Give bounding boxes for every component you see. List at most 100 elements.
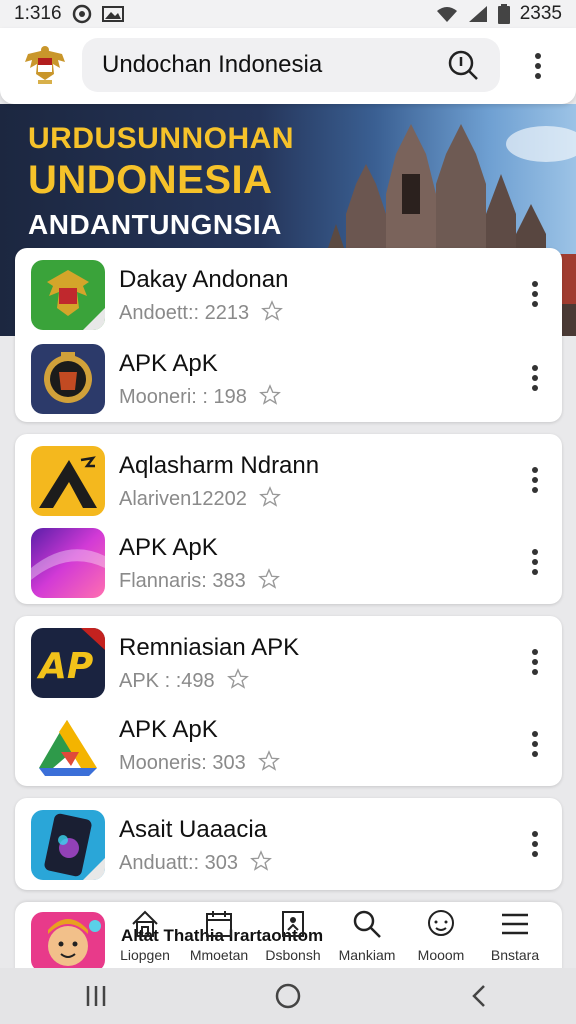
calendar-icon: [206, 911, 232, 937]
nav-label: Bnstara: [490, 947, 540, 963]
app-card: Asait Uaaacia Anduatt:: 303: [15, 798, 562, 890]
banner-line-3: ANDANTUNGNSIA: [28, 209, 282, 240]
overflow-menu-icon[interactable]: [526, 48, 550, 84]
nav-label: Mankiam: [338, 947, 396, 963]
app-title: APK ApK: [119, 534, 218, 561]
star-icon[interactable]: [226, 668, 249, 690]
more-options-icon[interactable]: [530, 830, 540, 858]
bookmark-icon: [282, 911, 304, 937]
recent-apps-icon: [86, 986, 106, 1006]
more-options-icon[interactable]: [530, 280, 540, 308]
star-icon[interactable]: [258, 486, 281, 508]
app-subtitle: Mooneris: 303: [119, 750, 280, 775]
app-subtitle: Flannaris: 383: [119, 568, 280, 593]
more-options-icon[interactable]: [530, 648, 540, 676]
nav-label: Liopgen: [120, 947, 170, 963]
triangle-app-icon: [31, 446, 105, 516]
star-icon[interactable]: [257, 568, 280, 590]
app-subtitle: APK : :498: [119, 668, 249, 693]
list-item[interactable]: AP Remniasian APK APK : :498: [15, 622, 562, 702]
list-item[interactable]: APK ApK Mooneris: 303: [15, 704, 562, 784]
bottom-nav: Altat Thathia Irartaontom Liopgen Mmoeta…: [15, 902, 562, 972]
gradient-app-icon: [31, 528, 105, 598]
more-options-icon[interactable]: [530, 548, 540, 576]
app-card: Aqlasharm Ndrann Alariven12202 APK ApK F…: [15, 434, 562, 604]
list-item[interactable]: Asait Uaaacia Anduatt:: 303: [15, 804, 562, 884]
nav-item-search[interactable]: Mankiam: [327, 908, 407, 970]
nav-label: Mmoetan: [189, 947, 249, 963]
app-title: APK ApK: [119, 716, 218, 743]
phone-app-icon: [31, 810, 105, 880]
star-icon[interactable]: [261, 300, 284, 322]
app-title: Remniasian APK: [119, 634, 300, 661]
app-card: Dakay Andonan Andoett:: 2213 APK ApK Moo…: [15, 248, 562, 422]
app-subtitle: Alariven12202: [119, 486, 281, 511]
app-subtitle-text: Alariven12202: [119, 488, 247, 510]
home-icon: [132, 910, 158, 937]
app-subtitle: Andoett:: 2213: [119, 300, 284, 325]
status-time: 1:316: [14, 3, 62, 24]
app-subtitle: Mooneri: : 198: [119, 384, 281, 409]
nav-item-chat[interactable]: Mooom: [401, 908, 481, 970]
more-options-icon[interactable]: [530, 466, 540, 494]
wifi-icon: [436, 5, 458, 23]
search-input[interactable]: Undochan Indonesia: [102, 51, 446, 79]
more-options-icon[interactable]: [530, 730, 540, 758]
top-bar: Undochan Indonesia: [0, 28, 576, 104]
image-icon: [101, 5, 124, 23]
app-subtitle-text: Mooneris: 303: [119, 752, 246, 774]
app-subtitle-text: Andoett:: 2213: [119, 302, 250, 324]
search-icon: [353, 910, 381, 938]
back-icon: [472, 985, 485, 1007]
app-title: Aqlasharm Ndrann: [119, 452, 320, 479]
back-button[interactable]: [460, 976, 500, 1016]
nav-item-menu[interactable]: Bnstara: [475, 908, 555, 970]
list-item[interactable]: Dakay Andonan Andoett:: 2213: [15, 254, 562, 334]
cartoon-app-icon: [31, 912, 105, 972]
app-subtitle-text: Anduatt:: 303: [119, 852, 238, 874]
ap-app-icon: AP: [31, 628, 105, 698]
star-icon[interactable]: [257, 750, 280, 772]
app-card: AP Remniasian APK APK : :498 APK ApK Moo…: [15, 616, 562, 786]
app-subtitle-text: Flannaris: 383: [119, 570, 246, 592]
search-icon[interactable]: [446, 48, 480, 82]
system-nav-bar: [0, 968, 576, 1024]
nav-item-home[interactable]: Liopgen: [105, 908, 185, 970]
garuda-app-icon: [31, 260, 105, 330]
battery-text: 2335: [519, 3, 562, 24]
list-item[interactable]: APK ApK Flannaris: 383: [15, 522, 562, 602]
nav-item-calendar[interactable]: Mmoetan: [179, 908, 259, 970]
home-circle-icon: [275, 983, 301, 1009]
status-bar: 1:316 2335: [0, 0, 576, 28]
status-right: 2335: [436, 3, 562, 25]
app-subtitle-text: Mooneri: : 198: [119, 386, 247, 408]
drive-app-icon: [31, 710, 105, 780]
signal-icon: [468, 5, 488, 23]
app-subtitle-text: APK : :498: [119, 670, 215, 692]
nav-item-bookmark[interactable]: Dsbonsh: [253, 908, 333, 970]
app-title: Asait Uaaacia: [119, 816, 268, 843]
garuda-logo[interactable]: [22, 44, 68, 86]
app-subtitle: Anduatt:: 303: [119, 850, 272, 875]
emblem-app-icon: [31, 344, 105, 414]
home-button[interactable]: [268, 976, 308, 1016]
list-item[interactable]: Aqlasharm Ndrann Alariven12202: [15, 440, 562, 520]
svg-text:AP: AP: [36, 646, 93, 687]
nav-label: Dsbonsh: [265, 947, 321, 963]
status-left: 1:316: [14, 3, 124, 25]
list-item[interactable]: APK ApK Mooneri: : 198: [15, 338, 562, 418]
search-bar[interactable]: Undochan Indonesia: [82, 38, 500, 92]
recent-apps-button[interactable]: [76, 976, 116, 1016]
star-icon[interactable]: [250, 850, 272, 872]
more-options-icon[interactable]: [530, 364, 540, 392]
banner-text: URDUSUNNOHAN UNDONESIA ANDANTUNGNSIA: [28, 122, 294, 241]
app-title: APK ApK: [119, 350, 218, 377]
app-title: Dakay Andonan: [119, 266, 289, 293]
chat-icon: [428, 910, 454, 936]
banner-line-2: UNDONESIA: [28, 158, 273, 202]
nav-label: Mooom: [417, 947, 465, 963]
battery-icon: [497, 4, 510, 24]
star-icon[interactable]: [258, 384, 281, 406]
target-icon: [72, 4, 92, 24]
banner-line-1: URDUSUNNOHAN: [28, 122, 294, 155]
